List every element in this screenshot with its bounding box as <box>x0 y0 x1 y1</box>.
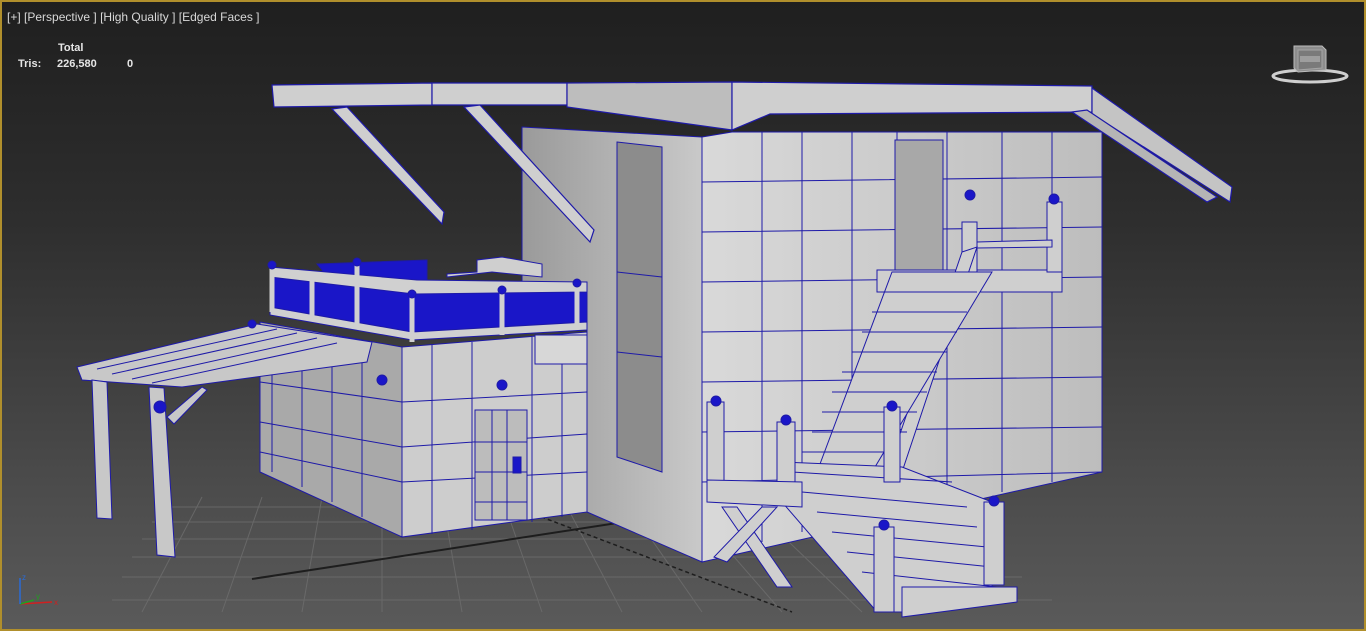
stats-tris-label: Tris: <box>18 58 42 70</box>
viewcube-icon[interactable] <box>1270 40 1350 90</box>
perspective-viewport[interactable]: [+] [Perspective ] [High Quality ] [Edge… <box>0 0 1366 631</box>
scene-canvas[interactable] <box>2 2 1364 629</box>
viewport-label: [+] [Perspective ] [High Quality ] [Edge… <box>7 10 260 24</box>
viewport-per-view-preference[interactable]: [Edged Faces ] <box>179 10 260 24</box>
stats-tris-total: 226,580 <box>57 58 97 70</box>
stats-tris-selected: 0 <box>127 58 134 70</box>
axis-tripod-icon: x y z <box>19 573 58 607</box>
viewport-shading-mode[interactable]: [High Quality ] <box>100 10 175 24</box>
axis-y-label: y <box>36 592 40 601</box>
viewport-menu-plus[interactable]: [+] <box>7 10 21 24</box>
axis-z-label: z <box>22 573 26 582</box>
axis-x-label: x <box>54 598 58 607</box>
rooftop-railing <box>267 256 588 342</box>
stats-header: Total <box>58 42 84 54</box>
viewport-point-of-view[interactable]: [Perspective ] <box>24 10 97 24</box>
